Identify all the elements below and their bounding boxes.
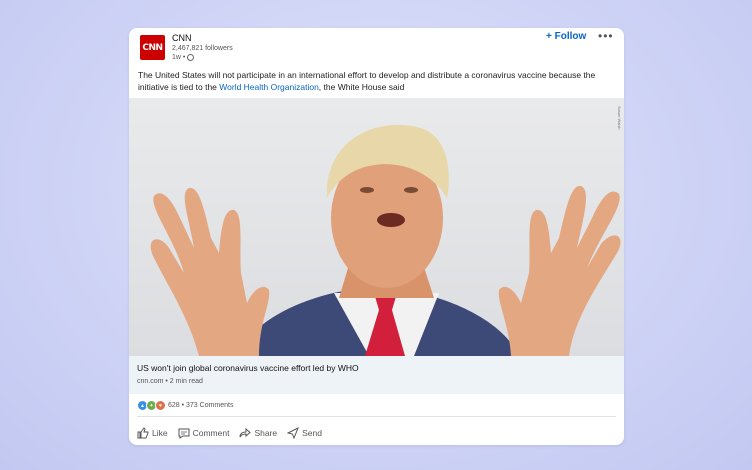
link-source: cnn.com • 2 min read bbox=[137, 378, 203, 385]
more-options-icon[interactable]: ••• bbox=[598, 29, 614, 43]
love-reaction-icon: ♥ bbox=[155, 400, 166, 411]
share-button[interactable]: Share bbox=[239, 427, 277, 439]
thumbs-up-icon bbox=[137, 427, 149, 439]
link-headline[interactable]: US won't join global coronavirus vaccine… bbox=[137, 363, 359, 373]
follow-button[interactable]: + Follow bbox=[546, 31, 586, 42]
comment-label: Comment bbox=[192, 428, 230, 438]
like-button[interactable]: Like bbox=[137, 427, 168, 439]
share-label: Share bbox=[254, 428, 278, 438]
follower-count: 2,467,821 followers bbox=[172, 45, 233, 52]
divider bbox=[137, 416, 616, 417]
send-icon bbox=[287, 427, 300, 439]
author-name[interactable]: CNN bbox=[172, 33, 192, 43]
reaction-icons: ▲ ✦ ♥ bbox=[137, 400, 166, 411]
like-label: Like bbox=[152, 428, 168, 438]
cnn-logo[interactable]: CNN bbox=[140, 35, 165, 60]
comment-icon bbox=[178, 428, 190, 439]
send-label: Send bbox=[302, 428, 322, 438]
reaction-comment-count[interactable]: 628 • 373 Comments bbox=[168, 402, 234, 409]
photo-illustration bbox=[150, 124, 621, 356]
post-caption: The United States will not participate i… bbox=[138, 69, 616, 93]
comment-button[interactable]: Comment bbox=[178, 427, 230, 439]
post-image[interactable]: Susan Walsh bbox=[129, 98, 624, 356]
post-time: 1w • bbox=[172, 54, 195, 61]
post-time-label: 1w • bbox=[172, 54, 186, 61]
share-icon bbox=[239, 427, 252, 438]
social-counts[interactable]: ▲ ✦ ♥ 628 • 373 Comments bbox=[137, 400, 234, 411]
globe-icon bbox=[187, 54, 195, 61]
caption-link[interactable]: World Health Organization bbox=[219, 82, 319, 92]
send-button[interactable]: Send bbox=[287, 427, 322, 439]
link-preview[interactable]: US won't join global coronavirus vaccine… bbox=[129, 356, 624, 394]
photo-credit: Susan Walsh bbox=[617, 106, 622, 130]
caption-text-end: , the White House said bbox=[318, 82, 405, 92]
action-bar: Like Comment Share Send bbox=[137, 427, 322, 439]
post-card: CNN CNN 2,467,821 followers 1w • + Follo… bbox=[129, 28, 624, 445]
